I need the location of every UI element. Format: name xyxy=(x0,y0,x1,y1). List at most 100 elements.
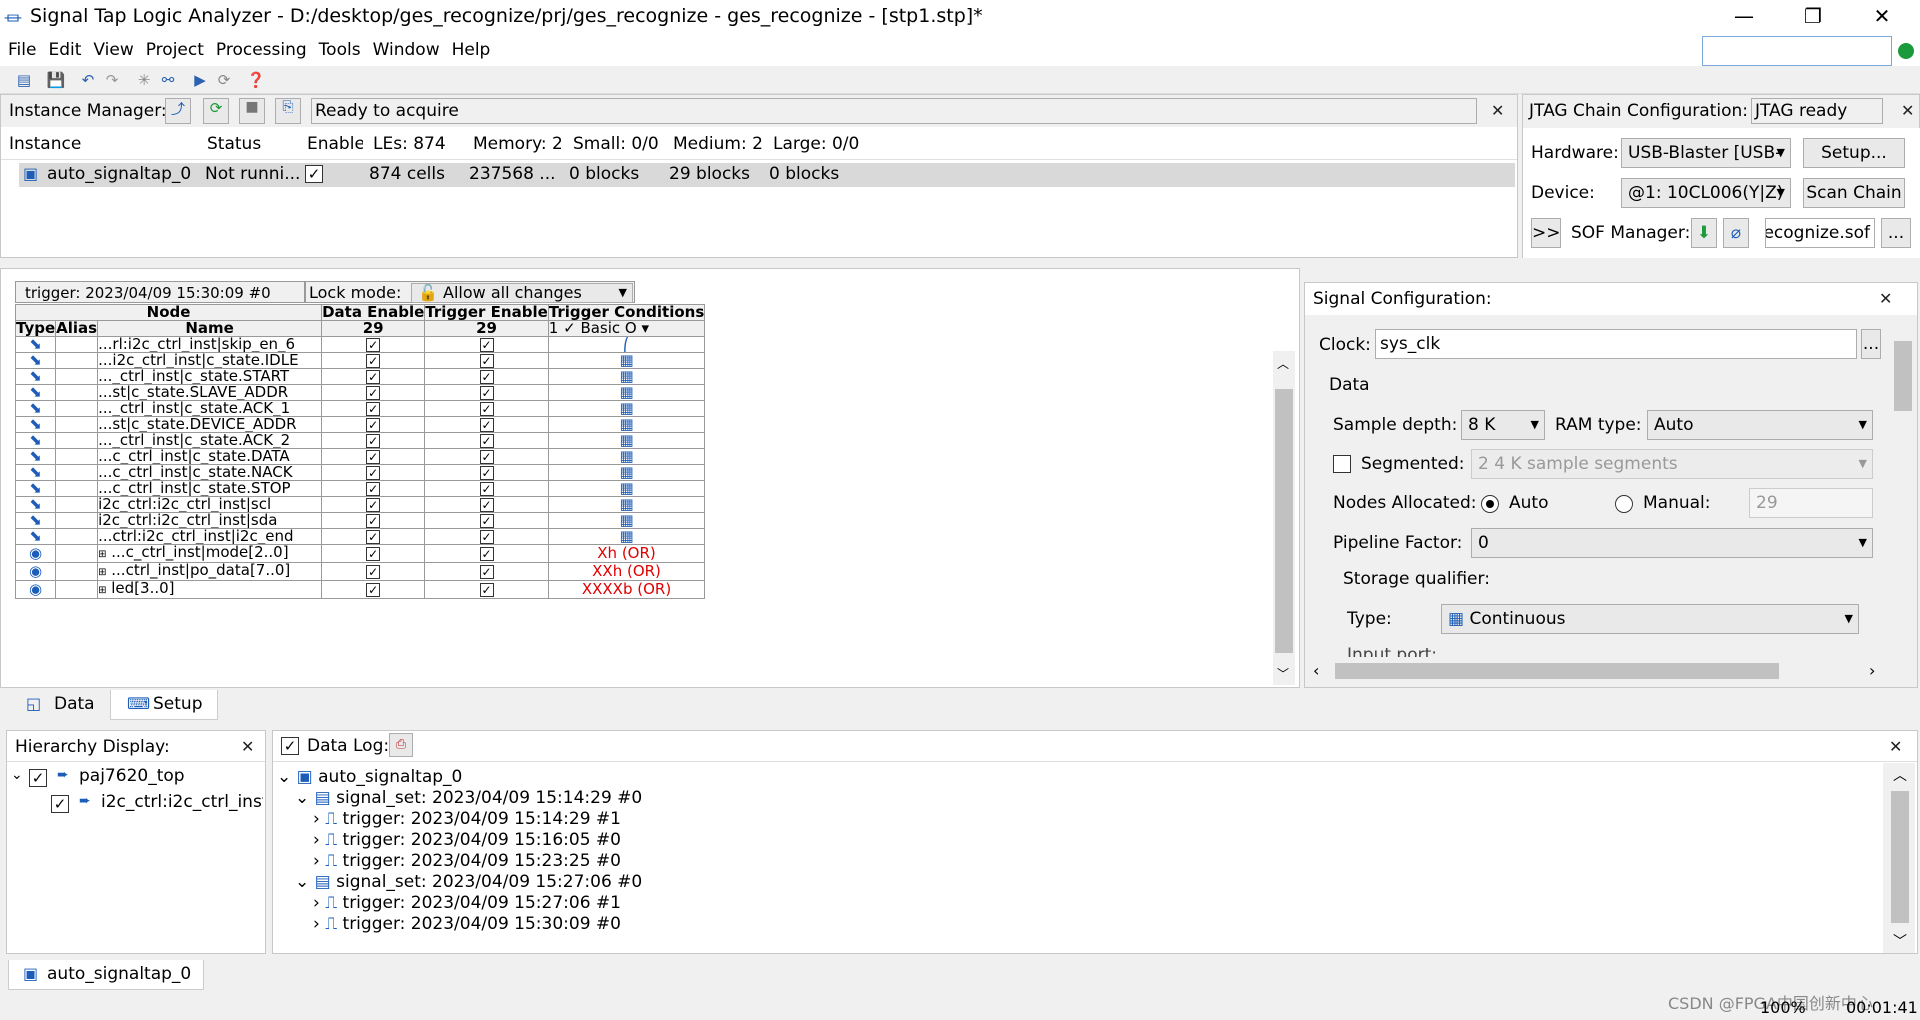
data-enable-checkbox[interactable]: ✓ xyxy=(321,432,426,449)
trigger-condition[interactable]: ▦ xyxy=(547,480,706,497)
expand-arrow-icon[interactable]: › xyxy=(313,893,320,913)
clock-browse-button[interactable]: ... xyxy=(1861,329,1881,359)
trigger-log-item[interactable]: › ⎍ trigger: 2023/04/09 15:14:29 #1 xyxy=(313,809,621,829)
hierarchy-checkbox-i2c[interactable]: ✓ xyxy=(51,795,69,813)
menu-project[interactable]: Project xyxy=(140,35,210,65)
trigger-enable-checkbox[interactable]: ✓ xyxy=(424,512,549,529)
trigger-enable-checkbox[interactable]: ✓ xyxy=(424,580,549,599)
trigger-enable-checkbox[interactable]: ✓ xyxy=(424,464,549,481)
hierarchy-checkbox-top[interactable]: ✓ xyxy=(29,769,47,787)
trigger-enable-checkbox[interactable]: ✓ xyxy=(424,544,549,563)
trigger-enable-checkbox[interactable]: ✓ xyxy=(424,368,549,385)
expand-arrow-icon[interactable]: › xyxy=(313,809,320,829)
node-row[interactable]: ⬊ i2c_ctrl:i2c_ctrl_inst|sda ✓ ✓ ▦ xyxy=(14,512,706,529)
data-enable-checkbox[interactable]: ✓ xyxy=(321,480,426,497)
data-enable-checkbox[interactable]: ✓ xyxy=(321,416,426,433)
trigger-condition[interactable]: ▦ xyxy=(547,448,706,465)
data-enable-checkbox[interactable]: ✓ xyxy=(321,336,426,353)
storage-type-select[interactable]: ▦ Continuous ▼ xyxy=(1441,604,1859,634)
redo-icon[interactable]: ↷ xyxy=(102,70,122,90)
node-row[interactable]: ⬊ ...st|c_state.DEVICE_ADDR ✓ ✓ ▦ xyxy=(14,416,706,433)
trigger-enable-checkbox[interactable]: ✓ xyxy=(424,416,549,433)
expand-arrow-icon[interactable]: › xyxy=(313,830,320,850)
datalog-options-icon[interactable]: ⎙ xyxy=(389,733,413,757)
node-row[interactable]: ⬊ ...c_ctrl_inst|c_state.NACK ✓ ✓ ▦ xyxy=(14,464,706,481)
menu-edit[interactable]: Edit xyxy=(42,35,87,65)
trigger-enable-checkbox[interactable]: ✓ xyxy=(424,352,549,369)
instance-tab[interactable]: ▣ auto_signaltap_0 xyxy=(8,960,204,990)
ram-type-select[interactable]: Auto ▼ xyxy=(1647,410,1873,440)
segmented-checkbox[interactable] xyxy=(1333,455,1351,473)
node-row[interactable]: ⬊ ...rl:i2c_ctrl_inst|skip_en_6 ✓ ✓ ⎛ xyxy=(14,336,706,353)
stop-analysis-icon[interactable]: ■ xyxy=(239,98,265,124)
lock-mode-select[interactable]: 🔓 Allow all changes ▼ xyxy=(411,283,633,303)
signal-config-hscrollbar[interactable]: ‹ › xyxy=(1305,657,1891,685)
close-icon[interactable]: ✕ xyxy=(1889,737,1902,756)
run-analysis-icon[interactable]: ⟳ xyxy=(203,98,229,124)
autorun-icon[interactable]: ⟳ xyxy=(214,70,234,90)
node-row[interactable]: ⬊ i2c_ctrl:i2c_ctrl_inst|scl ✓ ✓ ▦ xyxy=(14,496,706,513)
close-icon[interactable]: ✕ xyxy=(1879,289,1892,308)
expand-arrow-icon[interactable]: ⌄ xyxy=(295,788,309,808)
device-select[interactable]: @1: 10CL006(Y|Z) ▼ xyxy=(1621,178,1791,208)
signal-set-item[interactable]: ⌄ ▤ signal_set: 2023/04/09 15:27:06 #0 xyxy=(295,872,642,892)
data-enable-checkbox[interactable]: ✓ xyxy=(321,400,426,417)
instance-row[interactable]: ▣ auto_signaltap_0 Not runni... ✓ 874 ce… xyxy=(19,163,1515,187)
trigger-condition[interactable]: ▦ xyxy=(547,416,706,433)
read-data-icon[interactable]: ⎘ xyxy=(275,98,301,124)
node-row[interactable]: ⬊ ...c_ctrl_inst|c_state.STOP ✓ ✓ ▦ xyxy=(14,480,706,497)
sof-file-input[interactable]: recognize.sof xyxy=(1765,218,1875,248)
node-row[interactable]: ⬊ ...i2c_ctrl_inst|c_state.IDLE ✓ ✓ ▦ xyxy=(14,352,706,369)
data-enable-checkbox[interactable]: ✓ xyxy=(321,384,426,401)
instance-log-item[interactable]: ⌄ ▣ auto_signaltap_0 xyxy=(277,767,462,787)
search-input[interactable] xyxy=(1702,36,1892,66)
data-enable-checkbox[interactable]: ✓ xyxy=(321,496,426,513)
run-icon[interactable]: ▶ xyxy=(190,70,210,90)
data-enable-checkbox[interactable]: ✓ xyxy=(321,580,426,599)
trigger-log-item[interactable]: › ⎍ trigger: 2023/04/09 15:27:06 #1 xyxy=(313,893,621,913)
node-row[interactable]: ◉ ⊞ ...c_ctrl_inst|mode[2..0] ✓ ✓ Xh (OR) xyxy=(14,544,706,563)
expand-button[interactable]: >> xyxy=(1531,218,1561,248)
trigger-condition[interactable]: Xh (OR) xyxy=(547,544,706,563)
collapse-icon[interactable]: ⌄ xyxy=(11,767,23,783)
node-row[interactable]: ⬊ ...ctrl:i2c_ctrl_inst|i2c_end ✓ ✓ ▦ xyxy=(14,528,706,545)
data-enable-checkbox[interactable]: ✓ xyxy=(321,512,426,529)
node-row[interactable]: ⬊ ..._ctrl_inst|c_state.START ✓ ✓ ▦ xyxy=(14,368,706,385)
setup-button[interactable]: Setup... xyxy=(1803,138,1905,168)
data-enable-checkbox[interactable]: ✓ xyxy=(321,448,426,465)
trigger-condition[interactable]: ▦ xyxy=(547,432,706,449)
instance-enable-checkbox[interactable]: ✓ xyxy=(305,165,323,183)
node-row[interactable]: ⬊ ..._ctrl_inst|c_state.ACK_1 ✓ ✓ ▦ xyxy=(14,400,706,417)
globe-icon[interactable] xyxy=(1898,43,1914,59)
signal-config-scrollbar[interactable] xyxy=(1891,319,1915,659)
trigger-enable-checkbox[interactable]: ✓ xyxy=(424,384,549,401)
trigger-condition[interactable]: XXXXb (OR) xyxy=(547,580,706,599)
trigger-condition[interactable]: ▦ xyxy=(547,464,706,481)
menu-view[interactable]: View xyxy=(87,35,139,65)
trigger-enable-checkbox[interactable]: ✓ xyxy=(424,528,549,545)
manual-radio[interactable] xyxy=(1615,495,1633,513)
datalog-scrollbar[interactable]: ︿ ﹀ xyxy=(1883,763,1915,953)
signal-set-item[interactable]: ⌄ ▤ signal_set: 2023/04/09 15:14:29 #0 xyxy=(295,788,642,808)
data-enable-checkbox[interactable]: ✓ xyxy=(321,464,426,481)
trigger-condition[interactable]: ▦ xyxy=(547,496,706,513)
hierarchy-item-i2c[interactable]: i2c_ctrl:i2c_ctrl_inst xyxy=(101,792,263,812)
trigger-enable-checkbox[interactable]: ✓ xyxy=(424,562,549,581)
trigger-enable-checkbox[interactable]: ✓ xyxy=(424,400,549,417)
expand-arrow-icon[interactable]: › xyxy=(313,914,320,934)
menu-tools[interactable]: Tools xyxy=(313,35,367,65)
undo-icon[interactable]: ↶ xyxy=(78,70,98,90)
trigger-condition[interactable]: ▦ xyxy=(547,528,706,545)
pipeline-factor-select[interactable]: 0 ▼ xyxy=(1471,528,1873,558)
trigger-enable-checkbox[interactable]: ✓ xyxy=(424,432,549,449)
data-enable-checkbox[interactable]: ✓ xyxy=(321,528,426,545)
trigger-condition[interactable]: ▦ xyxy=(547,352,706,369)
menu-file[interactable]: File xyxy=(2,35,42,65)
minimize-button[interactable]: — xyxy=(1715,0,1773,34)
scan-chain-button[interactable]: Scan Chain xyxy=(1803,178,1905,208)
attach-sof-icon[interactable]: ⌀ xyxy=(1723,218,1749,248)
data-enable-checkbox[interactable]: ✓ xyxy=(321,562,426,581)
hierarchy-item-top[interactable]: paj7620_top xyxy=(79,766,185,786)
program-device-icon[interactable]: ⬇ xyxy=(1691,218,1717,248)
node-row[interactable]: ◉ ⊞ led[3..0] ✓ ✓ XXXXb (OR) xyxy=(14,580,706,599)
